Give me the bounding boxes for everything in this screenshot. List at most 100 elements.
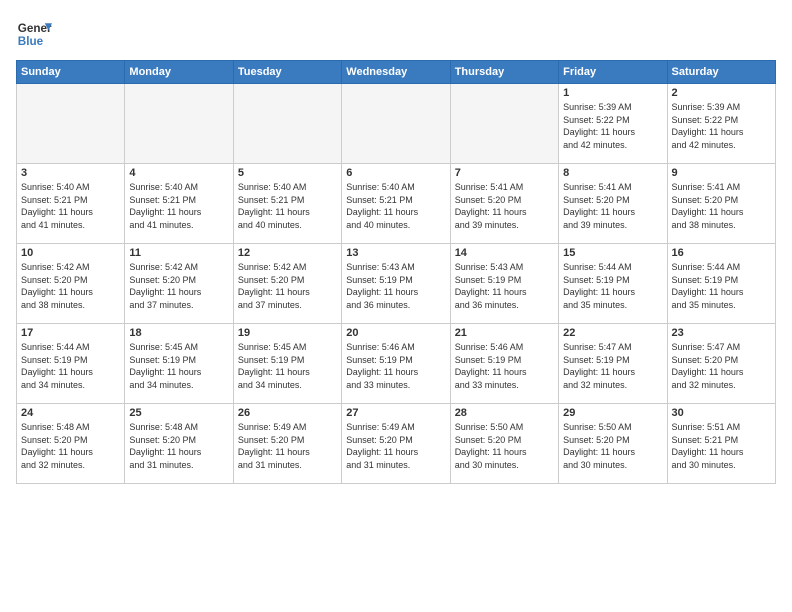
calendar-day-cell: 20Sunrise: 5:46 AM Sunset: 5:19 PM Dayli…: [342, 324, 450, 404]
calendar-day-cell: [125, 84, 233, 164]
calendar-day-cell: 3 Sunrise: 5:40 AM Sunset: 5:21 PM Daylig…: [17, 164, 125, 244]
day-info: Sunrise: 5:39 AM Sunset: 5:22 PM Dayligh…: [563, 101, 662, 151]
calendar-day-cell: 27 Sunrise: 5:49 AM Sunset: 5:20 PM Dayli…: [342, 404, 450, 484]
day-number: 4: [129, 167, 228, 179]
day-info: Sunrise: 5:49 AM Sunset: 5:20 PM Dayligh…: [238, 421, 337, 471]
calendar-body: 1Sunrise: 5:39 AM Sunset: 5:22 PM Daylig…: [17, 84, 776, 484]
day-info: Sunrise: 5:44 AM Sunset: 5:19 PM Dayligh…: [563, 261, 662, 311]
day-number: 22: [563, 327, 662, 339]
day-info: Sunrise: 5:40 AM Sunset: 5:21 PM Dayligh…: [238, 181, 337, 231]
weekday-header-cell: Saturday: [667, 61, 775, 84]
day-info: Sunrise: 5:40 AM Sunset: 5:21 PM Dayligh…: [346, 181, 445, 231]
day-number: 15: [563, 247, 662, 259]
calendar-day-cell: 2 Sunrise: 5:39 AM Sunset: 5:22 PM Daylig…: [667, 84, 775, 164]
svg-text:Blue: Blue: [18, 35, 44, 48]
calendar-week-row: 24 Sunrise: 5:48 AM Sunset: 5:20 PM Dayli…: [17, 404, 776, 484]
weekday-header-cell: Thursday: [450, 61, 558, 84]
calendar-day-cell: 25 Sunrise: 5:48 AM Sunset: 5:20 PM Dayli…: [125, 404, 233, 484]
calendar-day-cell: 12 Sunrise: 5:42 AM Sunset: 5:20 PM Dayli…: [233, 244, 341, 324]
day-number: 2: [672, 87, 771, 99]
weekday-header-cell: Sunday: [17, 61, 125, 84]
calendar-day-cell: 11 Sunrise: 5:42 AM Sunset: 5:20 PM Dayli…: [125, 244, 233, 324]
day-number: 7: [455, 167, 554, 179]
day-number: 24: [21, 407, 120, 419]
calendar-day-cell: 29Sunrise: 5:50 AM Sunset: 5:20 PM Dayli…: [559, 404, 667, 484]
day-number: 10: [21, 247, 120, 259]
day-info: Sunrise: 5:45 AM Sunset: 5:19 PM Dayligh…: [238, 341, 337, 391]
weekday-header-cell: Monday: [125, 61, 233, 84]
day-info: Sunrise: 5:45 AM Sunset: 5:19 PM Dayligh…: [129, 341, 228, 391]
weekday-header-row: SundayMondayTuesdayWednesdayThursdayFrid…: [17, 61, 776, 84]
day-number: 5: [238, 167, 337, 179]
day-number: 30: [672, 407, 771, 419]
day-info: Sunrise: 5:39 AM Sunset: 5:22 PM Dayligh…: [672, 101, 771, 151]
calendar-day-cell: 14 Sunrise: 5:43 AM Sunset: 5:19 PM Dayli…: [450, 244, 558, 324]
day-number: 11: [129, 247, 228, 259]
day-info: Sunrise: 5:47 AM Sunset: 5:19 PM Dayligh…: [563, 341, 662, 391]
calendar-day-cell: 23Sunrise: 5:47 AM Sunset: 5:20 PM Dayli…: [667, 324, 775, 404]
calendar-day-cell: 7Sunrise: 5:41 AM Sunset: 5:20 PM Daylig…: [450, 164, 558, 244]
day-info: Sunrise: 5:41 AM Sunset: 5:20 PM Dayligh…: [563, 181, 662, 231]
day-info: Sunrise: 5:40 AM Sunset: 5:21 PM Dayligh…: [21, 181, 120, 231]
day-number: 26: [238, 407, 337, 419]
day-number: 14: [455, 247, 554, 259]
calendar-day-cell: 4 Sunrise: 5:40 AM Sunset: 5:21 PM Daylig…: [125, 164, 233, 244]
day-info: Sunrise: 5:42 AM Sunset: 5:20 PM Dayligh…: [238, 261, 337, 311]
day-number: 3: [21, 167, 120, 179]
calendar-day-cell: 13Sunrise: 5:43 AM Sunset: 5:19 PM Dayli…: [342, 244, 450, 324]
day-info: Sunrise: 5:50 AM Sunset: 5:20 PM Dayligh…: [455, 421, 554, 471]
day-number: 12: [238, 247, 337, 259]
calendar-day-cell: 28 Sunrise: 5:50 AM Sunset: 5:20 PM Dayli…: [450, 404, 558, 484]
day-info: Sunrise: 5:41 AM Sunset: 5:20 PM Dayligh…: [672, 181, 771, 231]
calendar-day-cell: [342, 84, 450, 164]
calendar-day-cell: [450, 84, 558, 164]
day-number: 19: [238, 327, 337, 339]
calendar-week-row: 10 Sunrise: 5:42 AM Sunset: 5:20 PM Dayli…: [17, 244, 776, 324]
day-number: 20: [346, 327, 445, 339]
day-info: Sunrise: 5:42 AM Sunset: 5:20 PM Dayligh…: [129, 261, 228, 311]
calendar-week-row: 1Sunrise: 5:39 AM Sunset: 5:22 PM Daylig…: [17, 84, 776, 164]
day-number: 28: [455, 407, 554, 419]
calendar-day-cell: 30Sunrise: 5:51 AM Sunset: 5:21 PM Dayli…: [667, 404, 775, 484]
day-info: Sunrise: 5:44 AM Sunset: 5:19 PM Dayligh…: [21, 341, 120, 391]
calendar-day-cell: 19 Sunrise: 5:45 AM Sunset: 5:19 PM Dayli…: [233, 324, 341, 404]
calendar-week-row: 17 Sunrise: 5:44 AM Sunset: 5:19 PM Dayli…: [17, 324, 776, 404]
calendar-day-cell: 15 Sunrise: 5:44 AM Sunset: 5:19 PM Dayli…: [559, 244, 667, 324]
day-info: Sunrise: 5:43 AM Sunset: 5:19 PM Dayligh…: [346, 261, 445, 311]
day-number: 27: [346, 407, 445, 419]
calendar-day-cell: 5 Sunrise: 5:40 AM Sunset: 5:21 PM Daylig…: [233, 164, 341, 244]
day-info: Sunrise: 5:50 AM Sunset: 5:20 PM Dayligh…: [563, 421, 662, 471]
calendar-day-cell: 17 Sunrise: 5:44 AM Sunset: 5:19 PM Dayli…: [17, 324, 125, 404]
day-number: 25: [129, 407, 228, 419]
calendar-day-cell: 8 Sunrise: 5:41 AM Sunset: 5:20 PM Daylig…: [559, 164, 667, 244]
day-info: Sunrise: 5:40 AM Sunset: 5:21 PM Dayligh…: [129, 181, 228, 231]
calendar-day-cell: 10 Sunrise: 5:42 AM Sunset: 5:20 PM Dayli…: [17, 244, 125, 324]
day-info: Sunrise: 5:49 AM Sunset: 5:20 PM Dayligh…: [346, 421, 445, 471]
day-info: Sunrise: 5:42 AM Sunset: 5:20 PM Dayligh…: [21, 261, 120, 311]
calendar-day-cell: 21Sunrise: 5:46 AM Sunset: 5:19 PM Dayli…: [450, 324, 558, 404]
day-number: 8: [563, 167, 662, 179]
day-info: Sunrise: 5:48 AM Sunset: 5:20 PM Dayligh…: [129, 421, 228, 471]
weekday-header-cell: Tuesday: [233, 61, 341, 84]
weekday-header-cell: Friday: [559, 61, 667, 84]
calendar-day-cell: 18 Sunrise: 5:45 AM Sunset: 5:19 PM Dayli…: [125, 324, 233, 404]
day-number: 21: [455, 327, 554, 339]
calendar-day-cell: 6 Sunrise: 5:40 AM Sunset: 5:21 PM Daylig…: [342, 164, 450, 244]
day-number: 6: [346, 167, 445, 179]
day-info: Sunrise: 5:48 AM Sunset: 5:20 PM Dayligh…: [21, 421, 120, 471]
day-number: 9: [672, 167, 771, 179]
page-header: General Blue: [16, 16, 776, 52]
day-info: Sunrise: 5:47 AM Sunset: 5:20 PM Dayligh…: [672, 341, 771, 391]
calendar-table: SundayMondayTuesdayWednesdayThursdayFrid…: [16, 60, 776, 484]
calendar-day-cell: [233, 84, 341, 164]
day-number: 17: [21, 327, 120, 339]
calendar-week-row: 3 Sunrise: 5:40 AM Sunset: 5:21 PM Daylig…: [17, 164, 776, 244]
calendar-day-cell: 1Sunrise: 5:39 AM Sunset: 5:22 PM Daylig…: [559, 84, 667, 164]
logo-icon: General Blue: [16, 16, 52, 52]
day-info: Sunrise: 5:43 AM Sunset: 5:19 PM Dayligh…: [455, 261, 554, 311]
day-number: 16: [672, 247, 771, 259]
calendar-day-cell: 9 Sunrise: 5:41 AM Sunset: 5:20 PM Daylig…: [667, 164, 775, 244]
logo: General Blue: [16, 16, 52, 52]
calendar-day-cell: 24 Sunrise: 5:48 AM Sunset: 5:20 PM Dayli…: [17, 404, 125, 484]
day-number: 18: [129, 327, 228, 339]
